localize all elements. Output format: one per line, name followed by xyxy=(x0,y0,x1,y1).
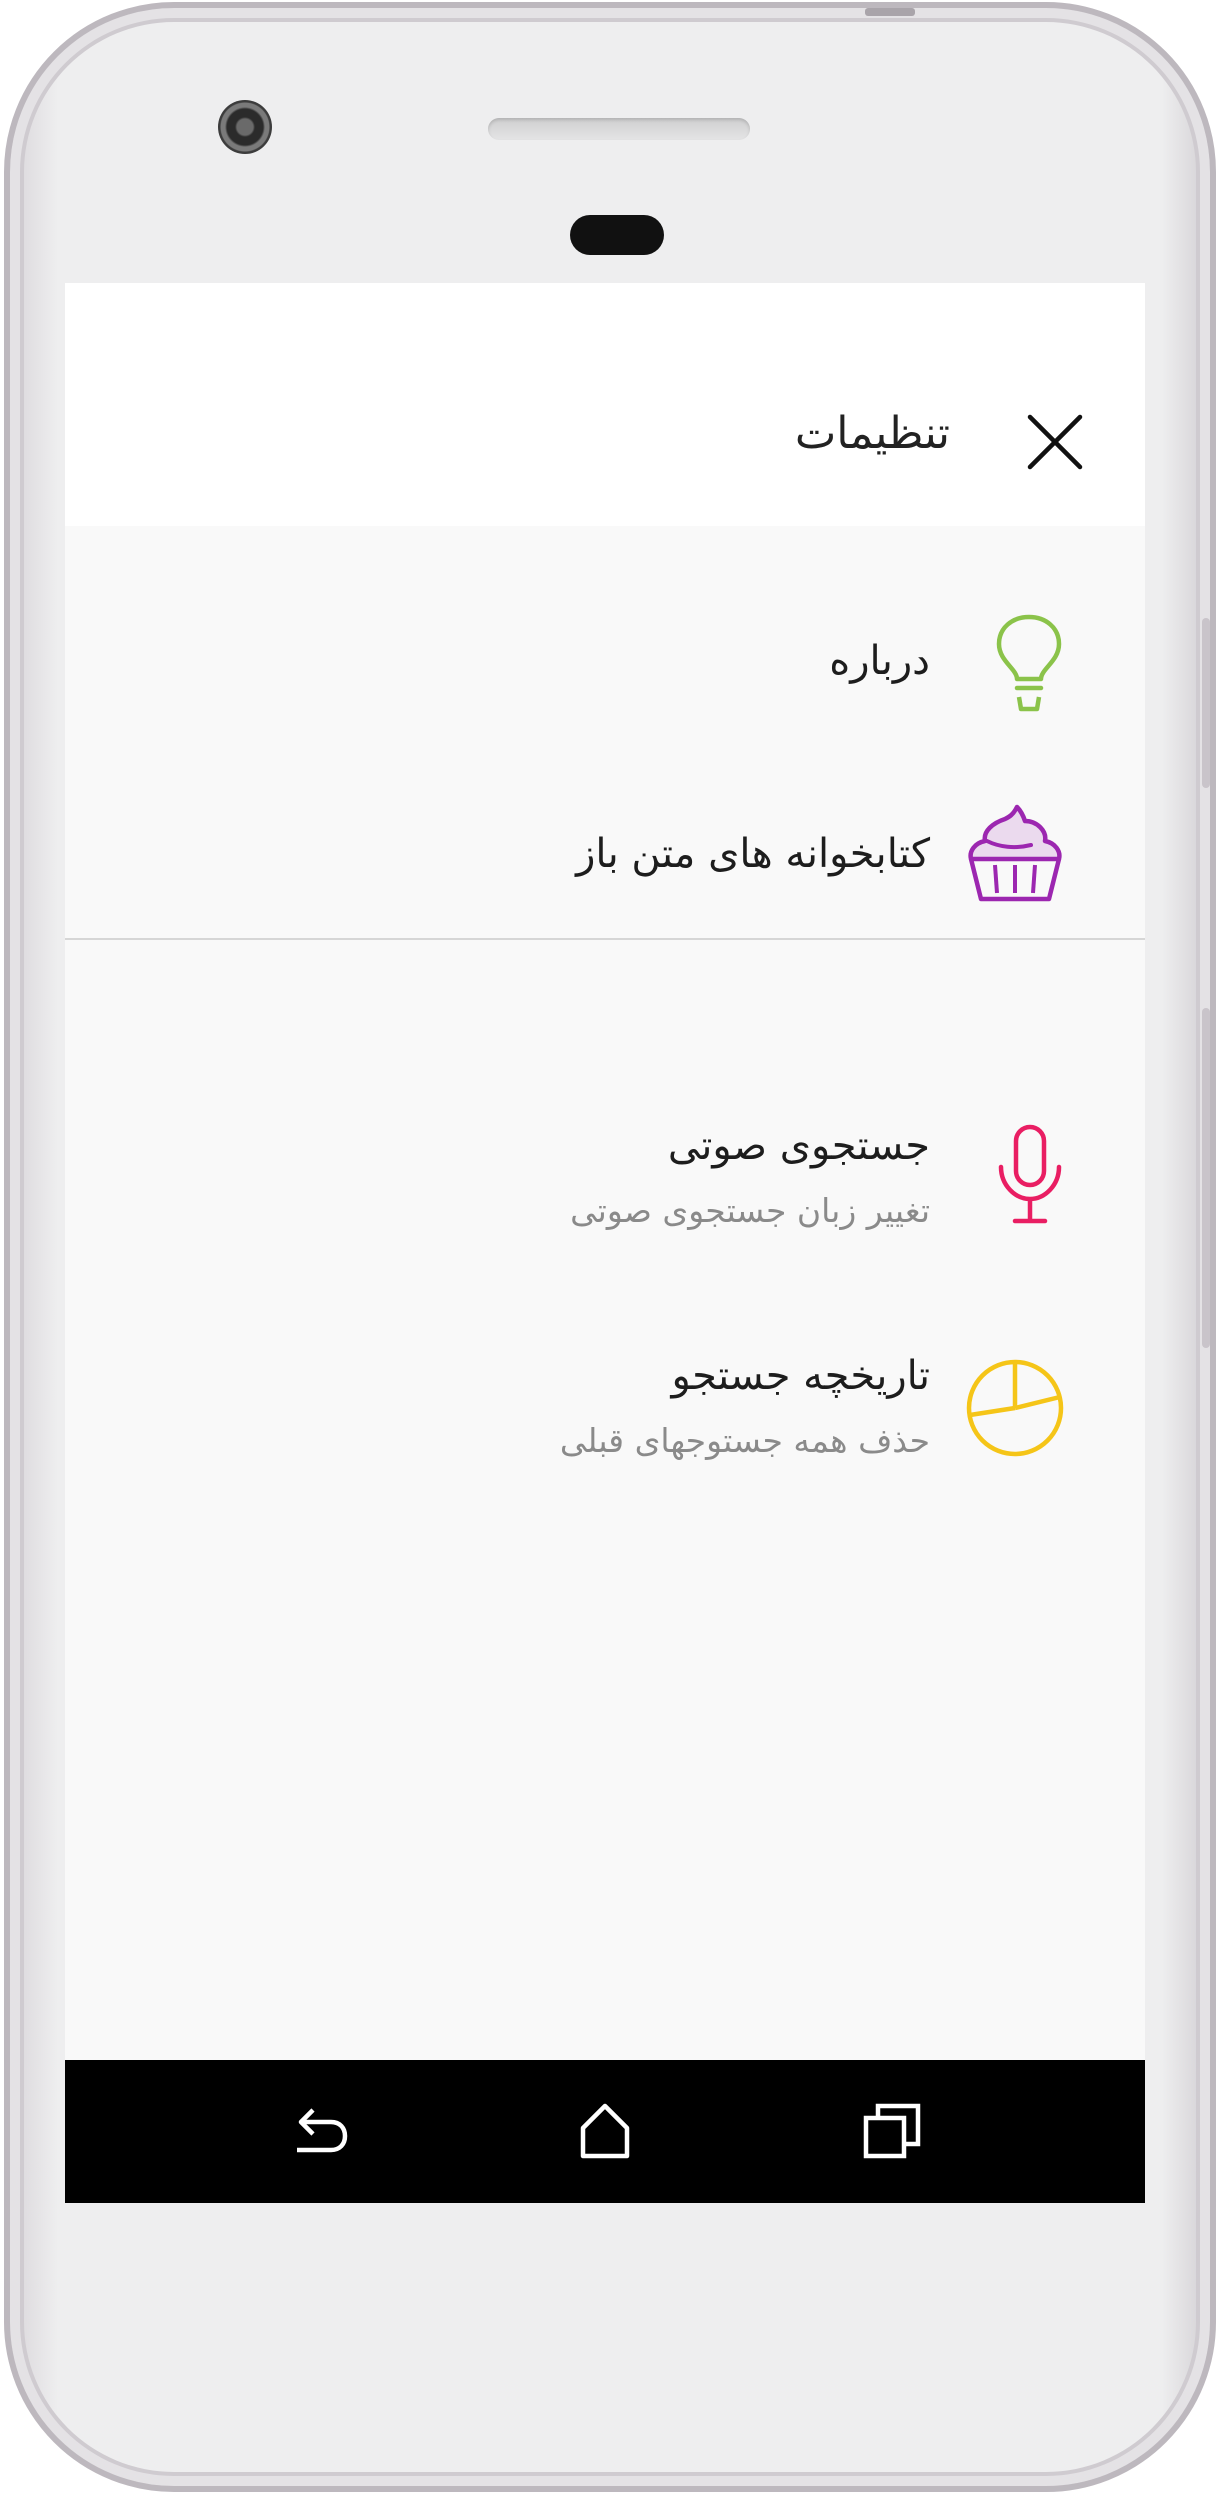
settings-item-label: جستجوی صوتی xyxy=(667,1123,930,1169)
settings-item-search-history[interactable]: تاریخچه جستجو حذف همه جستوجهای قبلی xyxy=(65,1353,1145,1493)
settings-item-description: حذف همه جستوجهای قبلی xyxy=(559,1421,930,1460)
settings-item-about[interactable]: درباره xyxy=(65,613,1145,723)
home-button[interactable] xyxy=(573,2100,637,2164)
volume-button xyxy=(1202,618,1210,788)
back-icon xyxy=(297,2108,348,2153)
home-icon xyxy=(580,2103,630,2159)
section-divider xyxy=(65,938,1145,940)
pie-chart-icon xyxy=(966,1359,1064,1457)
settings-item-description: تغییر زبان جستجوی صوتی xyxy=(570,1191,930,1230)
lightbulb-icon xyxy=(996,614,1062,712)
power-button xyxy=(865,8,915,16)
close-icon xyxy=(1027,414,1083,470)
settings-item-label: درباره xyxy=(829,638,930,684)
earpiece-speaker xyxy=(488,118,750,140)
front-camera xyxy=(218,100,272,154)
recents-icon xyxy=(863,2103,921,2159)
settings-item-open-source-libraries[interactable]: کتابخوانه های متن باز xyxy=(65,803,1145,913)
settings-item-voice-search[interactable]: جستجوی صوتی تغییر زبان جستجوی صوتی xyxy=(65,1123,1145,1263)
app-bar: تنظیمات xyxy=(65,283,1145,526)
settings-item-label: کتابخوانه های متن باز xyxy=(576,831,930,877)
proximity-sensor xyxy=(570,215,664,255)
app-screen: تنظیمات درباره کتابخوانه های متن باز جست… xyxy=(65,283,1145,2203)
settings-item-label: تاریخچه جستجو xyxy=(671,1353,930,1399)
close-button[interactable] xyxy=(1027,414,1083,470)
recents-button[interactable] xyxy=(860,2100,924,2164)
side-button xyxy=(1202,1008,1210,1348)
system-navigation-bar xyxy=(65,2060,1145,2203)
page-title: تنظیمات xyxy=(794,408,950,459)
back-button[interactable] xyxy=(287,2100,351,2164)
microphone-icon xyxy=(998,1124,1062,1224)
cupcake-icon xyxy=(968,804,1062,902)
